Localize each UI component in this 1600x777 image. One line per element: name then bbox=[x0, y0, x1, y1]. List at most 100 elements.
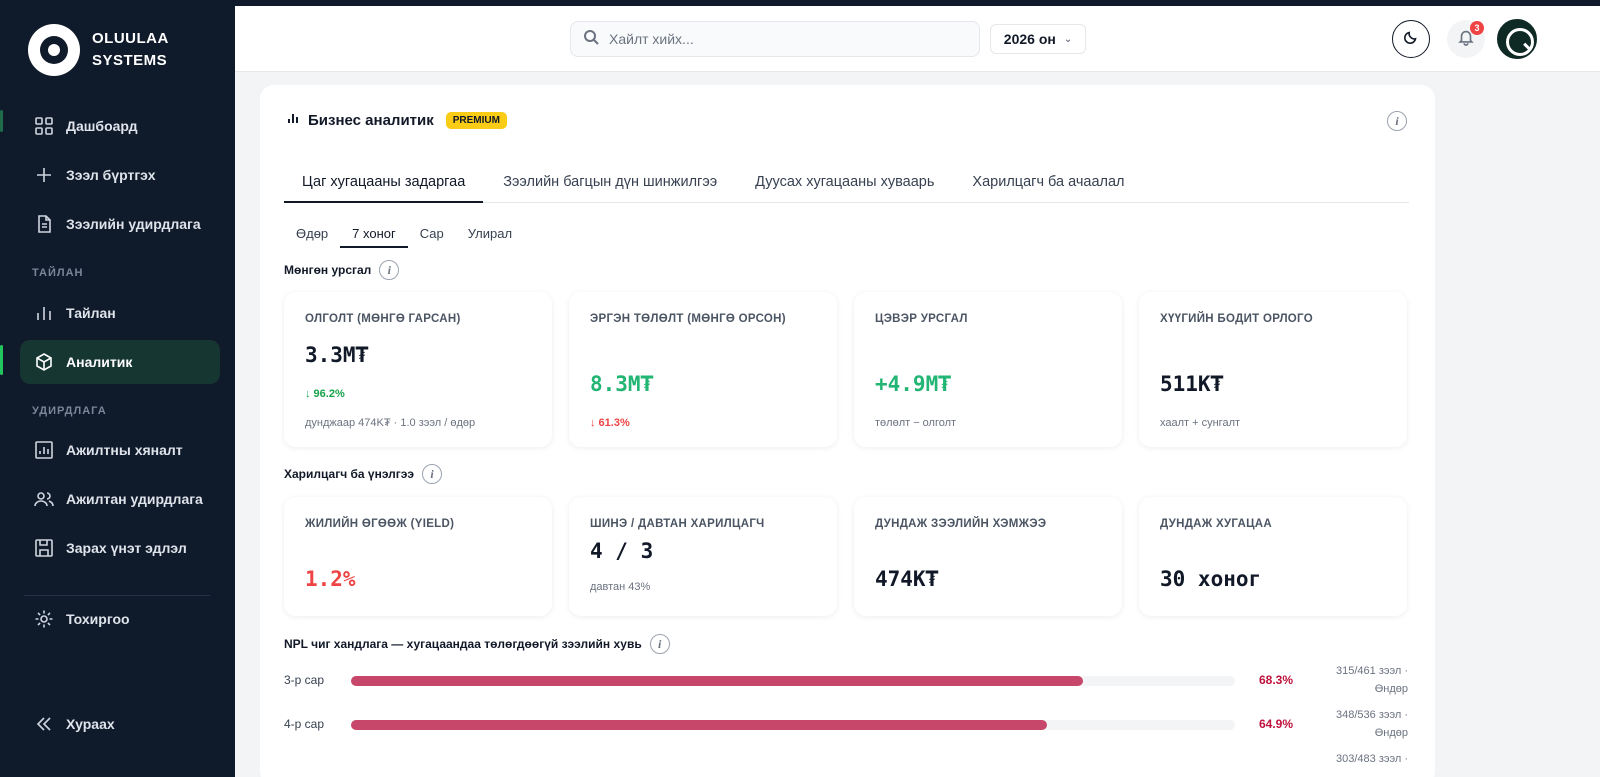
brand-name-line2: SYSTEMS bbox=[92, 52, 168, 69]
period-subtabs: Өдөр 7 хоног Сар Улирал bbox=[284, 220, 524, 248]
npl-title-text: NPL чиг хандлага — хугацаандаа төлөгдөөг… bbox=[284, 637, 642, 651]
moon-icon bbox=[1402, 28, 1420, 51]
sidebar-item-dashboard[interactable]: Дашбоард bbox=[20, 104, 220, 148]
metric-avg-duration: ДУНДАЖ ХУГАЦАА 30 хоног bbox=[1139, 497, 1407, 616]
npl-percent: 68.3% bbox=[1259, 673, 1294, 687]
year-select[interactable]: 2026 он ⌄ bbox=[990, 24, 1086, 54]
sidebar-item-label: Ажилтан удирдлага bbox=[66, 491, 203, 507]
nav-marker bbox=[0, 110, 3, 132]
bar-chart-icon bbox=[34, 303, 54, 323]
chart-box-icon bbox=[34, 440, 54, 460]
sidebar-item-label: Тохиргоо bbox=[66, 611, 130, 627]
main-content: 2026 он ⌄ 3 Бизнес аналитик PREMIUM i Ца… bbox=[235, 6, 1600, 777]
brand-logo[interactable]: OLUULAA SYSTEMS bbox=[28, 24, 182, 76]
metric-value: 8.3M₮ bbox=[590, 372, 654, 396]
npl-month-label: 3-р сар bbox=[284, 673, 325, 687]
sidebar-item-label: Зарах үнэт эдлэл bbox=[66, 540, 187, 556]
npl-detail-count: 315/461 зээл · bbox=[1336, 665, 1408, 677]
logo-icon bbox=[28, 24, 80, 76]
section-label-report: ТАЙЛАН bbox=[32, 267, 84, 279]
business-analytics-card: Бизнес аналитик PREMIUM i Цаг хугацааны … bbox=[260, 85, 1435, 777]
metric-net-flow: ЦЭВЭР УРСГАЛ +4.9M₮ төлөлт − олголт bbox=[854, 292, 1122, 447]
metric-value: 3.3M₮ bbox=[305, 343, 369, 367]
sidebar-item-loan-management[interactable]: Зээлийн удирдлага bbox=[20, 202, 220, 246]
avatar[interactable] bbox=[1497, 19, 1537, 59]
brand-name-line1: OLUULAA bbox=[92, 30, 169, 47]
metric-disbursement: ОЛГОЛТ (МӨНГӨ ГАРСАН) 3.3M₮ ↓ 96.2% дунд… bbox=[284, 292, 552, 447]
sidebar-item-jewelry-sales[interactable]: Зарах үнэт эдлэл bbox=[20, 526, 220, 570]
subtab-month[interactable]: Сар bbox=[408, 220, 456, 248]
sidebar-item-staff-management[interactable]: Ажилтан удирдлага bbox=[20, 477, 220, 521]
bar-chart-icon bbox=[286, 111, 300, 129]
card-title-text: Бизнес аналитик bbox=[308, 111, 434, 129]
year-select-value: 2026 он bbox=[1003, 31, 1056, 47]
npl-row: 3-р сар 68.3% 315/461 зээл · Өндөр bbox=[284, 665, 1409, 695]
customer-title-text: Харилцагч ба үнэлгээ bbox=[284, 467, 415, 481]
cube-icon bbox=[34, 352, 54, 372]
save-icon bbox=[34, 538, 54, 558]
brand-name: OLUULAA SYSTEMS bbox=[92, 28, 182, 72]
npl-month-label: 4-р сар bbox=[284, 717, 325, 731]
metric-value: 30 хоног bbox=[1160, 567, 1262, 591]
tab-time-breakdown[interactable]: Цаг хугацааны задаргаа bbox=[284, 160, 484, 203]
tab-customer-load[interactable]: Харилцагч ба ачаалал bbox=[954, 160, 1142, 203]
card-title: Бизнес аналитик PREMIUM bbox=[286, 111, 507, 129]
metric-label: ДУНДАЖ ХУГАЦАА bbox=[1160, 518, 1273, 530]
topbar: 2026 он ⌄ 3 bbox=[235, 6, 1600, 72]
theme-toggle-button[interactable] bbox=[1392, 20, 1430, 58]
users-icon bbox=[34, 489, 54, 509]
cashflow-section-title: Мөнгөн урсгал i bbox=[284, 260, 400, 280]
info-icon[interactable]: i bbox=[422, 464, 443, 484]
metric-value: +4.9M₮ bbox=[875, 372, 951, 396]
sidebar-divider bbox=[24, 595, 210, 596]
npl-row: 4-р сар 64.9% 348/536 зээл · Өндөр bbox=[284, 709, 1409, 739]
sidebar-item-staff-monitoring[interactable]: Ажилтны хяналт bbox=[20, 428, 220, 472]
metric-value: 1.2% bbox=[305, 567, 356, 591]
notifications-button[interactable]: 3 bbox=[1447, 20, 1485, 58]
subtab-week[interactable]: 7 хоног bbox=[340, 220, 408, 248]
metric-value: 474K₮ bbox=[875, 567, 939, 591]
sidebar-item-label: Дашбоард bbox=[66, 118, 138, 134]
sidebar-item-analytics[interactable]: Аналитик bbox=[20, 340, 220, 384]
info-icon[interactable]: i bbox=[649, 634, 670, 654]
npl-detail: 303/483 зээл · bbox=[1324, 750, 1408, 768]
npl-detail-count: 348/536 зээл · bbox=[1336, 709, 1408, 721]
metric-value: 511K₮ bbox=[1160, 372, 1224, 396]
metric-note: дунджаар 474K₮ · 1.0 зээл / өдөр bbox=[305, 417, 476, 429]
sidebar-item-label: Ажилтны хяналт bbox=[66, 442, 183, 458]
npl-detail-level: Өндөр bbox=[1374, 683, 1408, 695]
search-icon bbox=[583, 29, 599, 50]
npl-detail-level: Өндөр bbox=[1374, 727, 1408, 739]
tab-maturity-schedule[interactable]: Дуусах хугацааны хуваарь bbox=[737, 160, 952, 203]
subtab-day[interactable]: Өдөр bbox=[284, 220, 340, 248]
info-icon[interactable]: i bbox=[1387, 111, 1407, 131]
metric-label: ЦЭВЭР УРСГАЛ bbox=[875, 313, 968, 325]
collapse-sidebar-button[interactable]: Хураах bbox=[20, 702, 220, 746]
npl-bar-track bbox=[351, 676, 1235, 686]
subtab-quarter[interactable]: Улирал bbox=[456, 220, 524, 248]
metric-change: ↓ 96.2% bbox=[305, 388, 345, 400]
metric-label: ШИНЭ / ДАВТАН ХАРИЛЦАГЧ bbox=[590, 518, 765, 530]
npl-detail: 315/461 зээл · Өндөр bbox=[1324, 662, 1408, 698]
sidebar-item-register-loan[interactable]: Зээл бүртгэх bbox=[20, 153, 220, 197]
npl-bar-fill bbox=[351, 676, 1083, 686]
grid-icon bbox=[34, 116, 54, 136]
premium-badge: PREMIUM bbox=[445, 111, 507, 129]
sidebar-item-report[interactable]: Тайлан bbox=[20, 291, 220, 335]
search-input[interactable] bbox=[609, 31, 949, 47]
sidebar-item-settings[interactable]: Тохиргоо bbox=[20, 597, 220, 641]
sidebar: OLUULAA SYSTEMS Дашбоард Зээл бүртгэх Зэ… bbox=[0, 0, 235, 777]
npl-bar-fill bbox=[351, 720, 1047, 730]
info-icon[interactable]: i bbox=[379, 260, 400, 280]
metric-label: ХҮҮГИЙН БОДИТ ОРЛОГО bbox=[1160, 313, 1313, 325]
npl-bar-track bbox=[351, 720, 1235, 730]
sidebar-item-label: Аналитик bbox=[66, 354, 133, 370]
document-icon bbox=[34, 214, 54, 234]
npl-row: 303/483 зээл · bbox=[284, 753, 1409, 777]
section-label-management: УДИРДЛАГА bbox=[32, 405, 107, 417]
tab-portfolio-analysis[interactable]: Зээлийн багцын дүн шинжилгээ bbox=[485, 160, 735, 203]
sidebar-item-label: Зээлийн удирдлага bbox=[66, 216, 201, 232]
search-box[interactable] bbox=[570, 21, 980, 57]
metric-note: хаалт + сунгалт bbox=[1160, 417, 1241, 429]
analytics-tabs: Цаг хугацааны задаргаа Зээлийн багцын дү… bbox=[284, 160, 1409, 203]
